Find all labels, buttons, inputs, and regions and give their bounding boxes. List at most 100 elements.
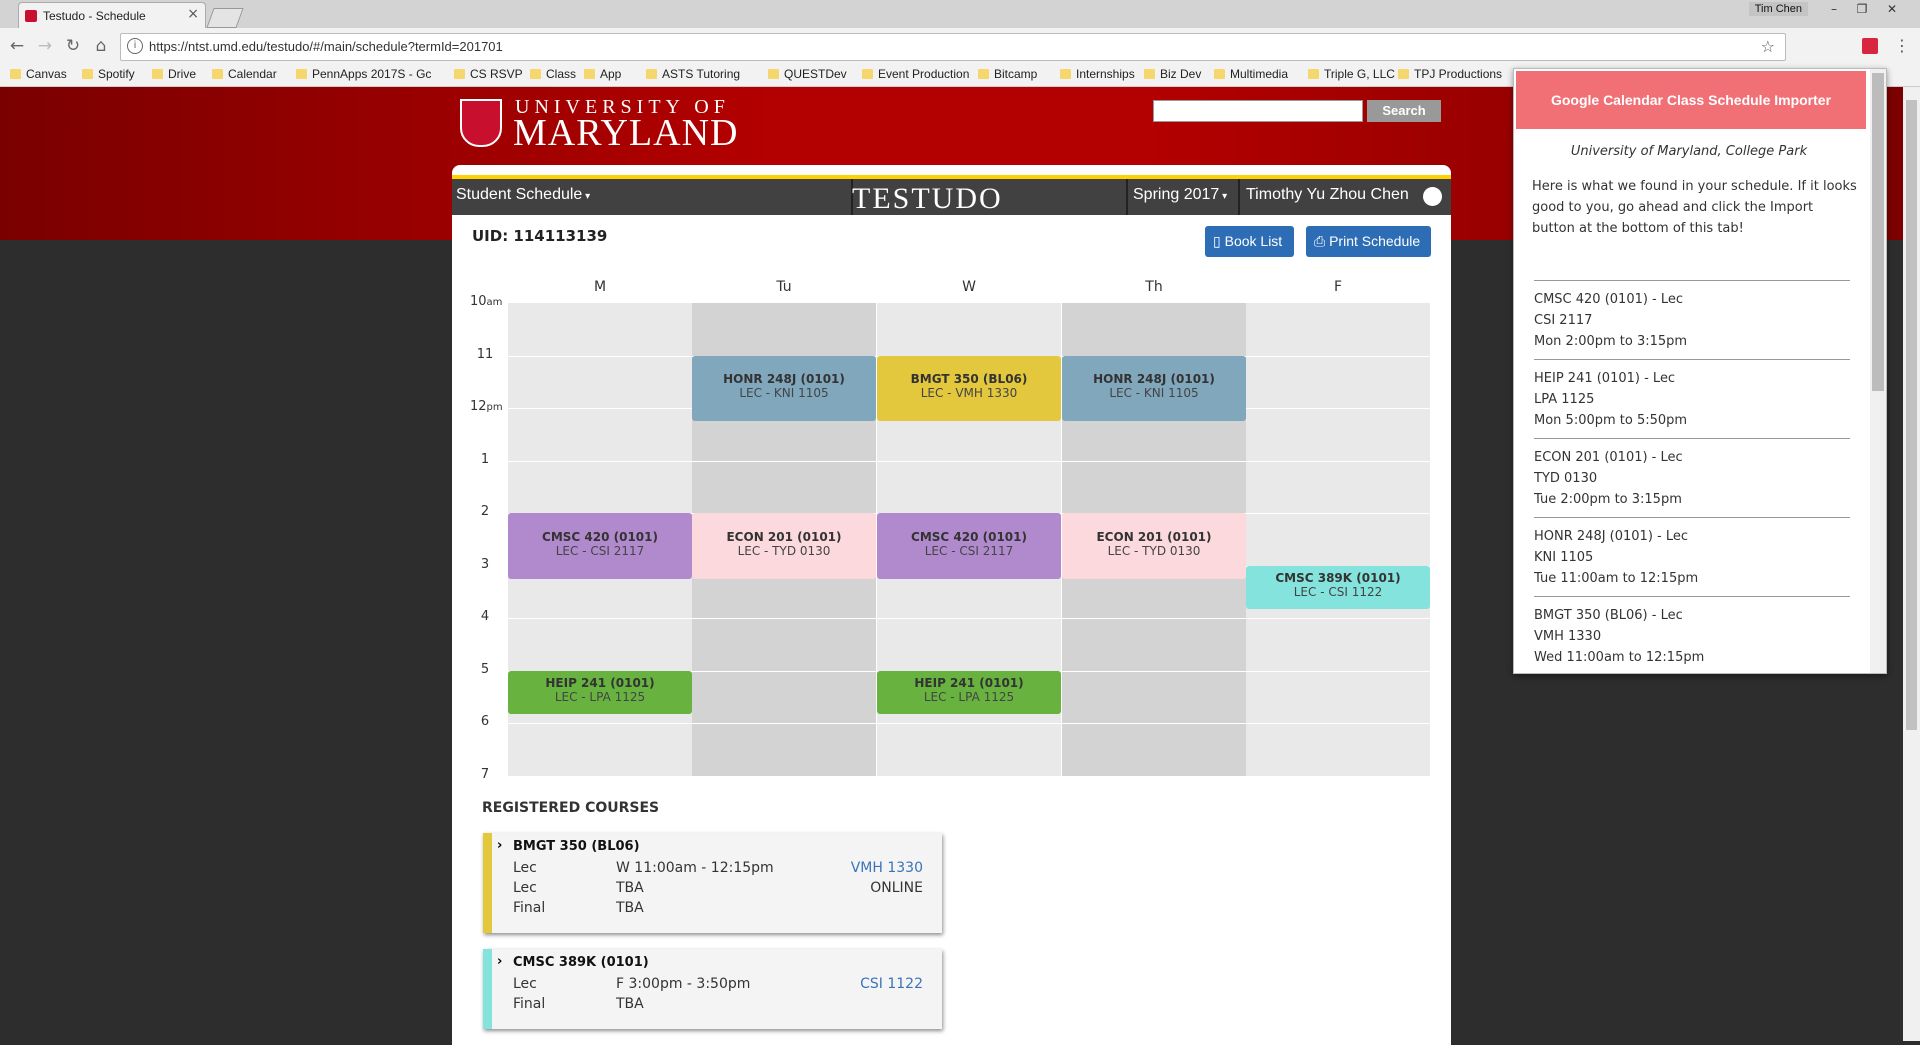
window-close-icon[interactable]: ✕ (1880, 0, 1904, 18)
bookmark-folder-icon (978, 69, 989, 79)
bookmark-label: Internships (1076, 67, 1135, 81)
bookmark-item[interactable]: Multimedia (1214, 67, 1288, 81)
class-event[interactable]: ECON 201 (0101) LEC - TYD 0130 (1062, 513, 1246, 579)
calendar-extension-icon[interactable] (1862, 38, 1878, 54)
hour-label: 12pm (470, 399, 503, 414)
term-selector[interactable]: Spring 2017 ▾ (1133, 186, 1227, 204)
class-event[interactable]: CMSC 420 (0101) LEC - CSI 2117 (508, 513, 692, 579)
popup-entry-time: Tue 2:00pm to 3:15pm (1534, 492, 1682, 507)
reload-icon[interactable]: ↻ (62, 36, 84, 56)
bookmark-item[interactable]: Calendar (212, 67, 277, 81)
search-button[interactable]: Search (1367, 100, 1441, 122)
bookmark-folder-icon (82, 69, 93, 79)
day-header: Tu (776, 279, 792, 295)
section-time: TBA (616, 900, 644, 916)
back-icon[interactable]: ← (6, 36, 28, 56)
page-scrollbar-thumb[interactable] (1906, 100, 1917, 730)
bookmark-item[interactable]: QUESTDev (768, 67, 847, 81)
print-icon: ⎙ (1314, 233, 1326, 249)
class-event[interactable]: HEIP 241 (0101) LEC - LPA 1125 (508, 670, 692, 715)
class-event[interactable]: BMGT 350 (BL06) LEC - VMH 1330 (877, 355, 1061, 422)
student-schedule-menu[interactable]: Student Schedule ▾ (456, 186, 590, 204)
bookmark-folder-icon (530, 69, 541, 79)
url-text[interactable]: https://ntst.umd.edu/testudo/#/main/sche… (149, 39, 503, 54)
print-schedule-button[interactable]: ⎙ Print Schedule (1306, 226, 1431, 257)
section-type: Lec (513, 860, 537, 876)
restore-icon[interactable]: ❐ (1850, 0, 1874, 18)
bookmark-item[interactable]: TPJ Productions (1398, 67, 1502, 81)
chevron-right-icon[interactable]: › (497, 954, 502, 969)
popup-scrollbar-thumb[interactable] (1872, 73, 1884, 391)
url-field[interactable]: i https://ntst.umd.edu/testudo/#/main/sc… (120, 33, 1786, 61)
event-title: HEIP 241 (0101) (545, 676, 655, 691)
event-location: LEC - CSI 2117 (555, 543, 645, 558)
bookmark-item[interactable]: ASTS Tutoring (646, 67, 740, 81)
bookmark-folder-icon (768, 69, 779, 79)
section-type: Final (513, 900, 546, 916)
chevron-right-icon[interactable]: › (497, 838, 502, 853)
bookmark-folder-icon (862, 69, 873, 79)
bookmark-folder-icon (1214, 69, 1225, 79)
book-icon: ▯ (1213, 233, 1221, 249)
bookmark-item[interactable]: App (584, 67, 621, 81)
hour-label: 11 (470, 347, 500, 362)
bookmark-label: Bitcamp (994, 67, 1038, 81)
section-time: TBA (616, 996, 644, 1012)
bookmark-item[interactable]: Event Production (862, 67, 969, 81)
bookmark-item[interactable]: Triple G, LLC (1308, 67, 1395, 81)
event-location: LEC - KNI 1105 (1109, 386, 1199, 401)
course-name[interactable]: BMGT 350 (BL06) (513, 839, 640, 854)
user-menu[interactable]: Timothy Yu Zhou Chen (1246, 186, 1409, 204)
class-event[interactable]: HONR 248J (0101) LEC - KNI 1105 (1062, 355, 1246, 422)
popup-entry: ECON 201 (0101) - Lec TYD 0130 Tue 2:00pm … (1534, 438, 1850, 510)
menu-icon[interactable]: ⋮ (1894, 36, 1910, 55)
info-icon[interactable]: i (127, 38, 143, 54)
print-schedule-label: Print Schedule (1329, 233, 1421, 249)
popup-entry-room: KNI 1105 (1534, 550, 1594, 565)
bookmark-folder-icon (584, 69, 595, 79)
class-event[interactable]: HONR 248J (0101) LEC - KNI 1105 (692, 355, 876, 422)
course-name[interactable]: CMSC 389K (0101) (513, 955, 649, 970)
bookmark-item[interactable]: Class (530, 67, 576, 81)
class-event[interactable]: CMSC 420 (0101) LEC - CSI 2117 (877, 513, 1061, 579)
day-header: Th (1145, 279, 1163, 295)
hour-label: 2 (470, 504, 500, 519)
class-event[interactable]: HEIP 241 (0101) LEC - LPA 1125 (877, 670, 1061, 715)
bookmark-item[interactable]: Spotify (82, 67, 135, 81)
forward-icon[interactable]: → (34, 36, 56, 56)
search-input[interactable] (1153, 100, 1363, 122)
home-icon[interactable]: ⌂ (90, 36, 112, 56)
bookmark-item[interactable]: Internships (1060, 67, 1135, 81)
popup-entry: CMSC 420 (0101) - Lec CSI 2117 Mon 2:00pm … (1534, 280, 1850, 352)
section-location[interactable]: CSI 1122 (860, 976, 923, 992)
class-event[interactable]: CMSC 389K (0101) LEC - CSI 1122 (1246, 565, 1430, 610)
class-event[interactable]: ECON 201 (0101) LEC - TYD 0130 (692, 513, 876, 579)
bookmark-item[interactable]: Bitcamp (978, 67, 1037, 81)
profile-name[interactable]: Tim Chen (1748, 2, 1808, 16)
bookmark-item[interactable]: Biz Dev (1144, 67, 1201, 81)
bookmark-label: Spotify (98, 67, 135, 81)
bookmark-item[interactable]: CS RSVP (454, 67, 523, 81)
popup-scrollbar[interactable] (1870, 69, 1886, 673)
event-title: ECON 201 (0101) (726, 529, 842, 544)
popup-entry-time: Wed 11:00am to 12:15pm (1534, 650, 1705, 665)
bookmark-label: TPJ Productions (1414, 67, 1503, 81)
section-type: Lec (513, 976, 537, 992)
bookmark-item[interactable]: Canvas (10, 67, 67, 81)
book-list-label: Book List (1224, 233, 1283, 249)
section-location[interactable]: VMH 1330 (851, 860, 923, 876)
user-avatar-icon[interactable] (1423, 187, 1442, 206)
tab-close-icon[interactable]: × (187, 6, 199, 22)
book-list-button[interactable]: ▯ Book List (1205, 226, 1294, 257)
bookmark-label: QUESTDev (784, 67, 847, 81)
bookmark-star-icon[interactable]: ☆ (1761, 37, 1775, 56)
browser-tab[interactable]: Testudo - Schedule × (18, 2, 206, 29)
minimize-icon[interactable]: – (1822, 0, 1846, 18)
popup-entry-time: Mon 5:00pm to 5:50pm (1534, 413, 1688, 428)
bookmark-item[interactable]: Drive (152, 67, 196, 81)
popup-description: Here is what we found in your schedule. … (1532, 179, 1857, 236)
bookmark-item[interactable]: PennApps 2017S - Gc (296, 67, 431, 81)
student-schedule-label: Student Schedule (456, 186, 583, 203)
bookmark-label: Biz Dev (1160, 67, 1202, 81)
bookmark-folder-icon (1144, 69, 1155, 79)
